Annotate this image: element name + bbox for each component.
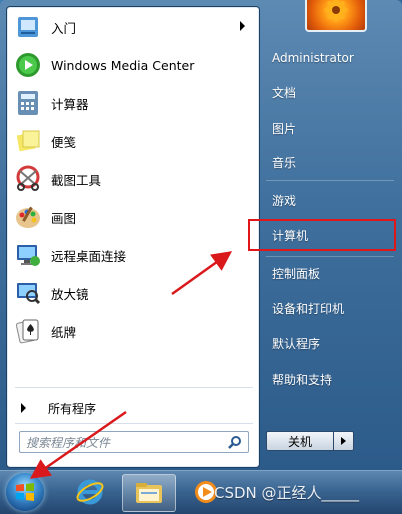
arrow-to-computer xyxy=(171,251,233,296)
annotation-arrows xyxy=(29,251,233,479)
arrow-to-start-orb xyxy=(29,410,127,479)
